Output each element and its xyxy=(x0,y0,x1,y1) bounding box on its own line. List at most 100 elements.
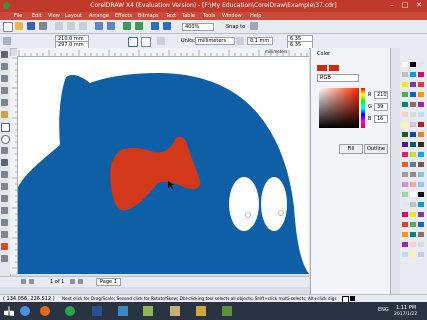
right-pupil-shape[interactable] xyxy=(278,210,284,216)
palette-swatch[interactable] xyxy=(418,132,424,137)
page-tab[interactable]: Page 1 xyxy=(96,278,121,286)
palette-swatch[interactable] xyxy=(402,62,408,67)
palette-swatch[interactable] xyxy=(402,112,408,117)
windows-start-icon[interactable] xyxy=(4,306,14,316)
palette-swatch[interactable] xyxy=(418,222,424,227)
ie-browser-icon[interactable] xyxy=(20,306,30,316)
menu-help[interactable]: Help xyxy=(250,13,261,19)
snap-to-button[interactable]: Snap to xyxy=(226,24,245,30)
palette-swatch[interactable] xyxy=(410,82,416,87)
right-eye-shape[interactable] xyxy=(261,177,287,231)
menu-edit[interactable]: Edit xyxy=(32,13,42,19)
palette-swatch[interactable] xyxy=(402,152,408,157)
palette-swatch[interactable] xyxy=(410,252,416,257)
menu-arrange[interactable]: Arrange xyxy=(89,13,109,19)
palette-swatch[interactable] xyxy=(402,72,408,77)
minimize-button[interactable]: – xyxy=(386,1,398,10)
clock-date[interactable]: 2017/1/22 xyxy=(394,312,417,317)
color-model-select[interactable]: RGB xyxy=(317,74,359,82)
menu-tools[interactable]: Tools xyxy=(203,13,215,19)
nudge-distance-field[interactable]: 0.1 mm xyxy=(247,37,273,45)
menu-window[interactable]: Window xyxy=(222,13,242,19)
palette-swatch[interactable] xyxy=(402,122,408,127)
smart-fill-icon[interactable] xyxy=(1,111,8,118)
left-pupil-shape[interactable] xyxy=(245,212,251,218)
palette-swatch[interactable] xyxy=(418,192,424,197)
drawing-canvas[interactable] xyxy=(18,57,309,274)
print-icon[interactable] xyxy=(39,22,47,30)
palette-swatch[interactable] xyxy=(418,112,424,117)
redo-icon[interactable] xyxy=(107,22,115,30)
freehand-tool-icon[interactable] xyxy=(1,99,8,106)
vertical-ruler[interactable] xyxy=(10,56,18,274)
open-folder-icon[interactable] xyxy=(15,22,23,30)
connector-tool-icon[interactable] xyxy=(1,195,8,202)
palette-swatch[interactable] xyxy=(402,132,408,137)
close-button[interactable]: ✕ xyxy=(413,1,425,10)
polygon-tool-icon[interactable] xyxy=(1,147,8,154)
zoom-tool-icon[interactable] xyxy=(1,87,8,94)
palette-swatch[interactable] xyxy=(402,212,408,217)
palette-swatch[interactable] xyxy=(418,92,424,97)
previous-page-icon[interactable] xyxy=(29,279,34,284)
palette-swatch[interactable] xyxy=(402,82,408,87)
save-icon[interactable] xyxy=(27,22,35,30)
paste-icon[interactable] xyxy=(79,22,87,30)
firefox-icon[interactable] xyxy=(40,306,50,316)
zoom-level-select[interactable]: 400% xyxy=(182,23,214,31)
palette-swatch[interactable] xyxy=(402,222,408,227)
horizontal-ruler[interactable]: millimeters xyxy=(17,48,309,57)
palette-swatch[interactable] xyxy=(402,242,408,247)
r-value-field[interactable]: 210 xyxy=(374,91,388,99)
last-page-icon[interactable] xyxy=(78,279,83,284)
palette-swatch[interactable] xyxy=(410,242,416,247)
new-document-icon[interactable] xyxy=(3,22,13,32)
palette-swatch[interactable] xyxy=(418,62,424,67)
menu-file[interactable]: File xyxy=(14,13,22,19)
portrait-icon[interactable] xyxy=(128,37,138,47)
palette-swatch[interactable] xyxy=(410,172,416,177)
menu-view[interactable]: View xyxy=(48,13,60,19)
left-eye-shape[interactable] xyxy=(229,177,259,231)
copy-icon[interactable] xyxy=(67,22,75,30)
palette-swatch[interactable] xyxy=(418,212,424,217)
palette-swatch[interactable] xyxy=(402,252,408,257)
menu-text[interactable]: Text xyxy=(166,13,176,19)
shape-tool-icon[interactable] xyxy=(1,63,8,70)
palette-swatch[interactable] xyxy=(418,172,424,177)
menu-table[interactable]: Table xyxy=(182,13,195,19)
dimension-tool-icon[interactable] xyxy=(1,183,8,190)
export-icon[interactable] xyxy=(135,22,143,30)
palette-swatch[interactable] xyxy=(410,152,416,157)
hue-slider[interactable] xyxy=(361,88,365,128)
palette-swatch[interactable] xyxy=(402,202,408,207)
language-indicator[interactable]: ENG xyxy=(378,307,389,313)
outline-button[interactable]: Outline xyxy=(364,144,388,154)
palette-swatch[interactable] xyxy=(418,252,424,257)
palette-swatch[interactable] xyxy=(410,212,416,217)
palette-swatch[interactable] xyxy=(402,232,408,237)
import-icon[interactable] xyxy=(123,22,131,30)
b-value-field[interactable]: 16 xyxy=(374,115,388,123)
palette-swatch[interactable] xyxy=(410,62,416,67)
fill-tool-icon[interactable] xyxy=(1,243,8,250)
palette-swatch[interactable] xyxy=(410,192,416,197)
palette-swatch[interactable] xyxy=(418,182,424,187)
outline-indicator[interactable] xyxy=(350,296,355,301)
palette-swatch[interactable] xyxy=(410,162,416,167)
palette-swatch[interactable] xyxy=(418,152,424,157)
landscape-icon[interactable] xyxy=(141,37,151,47)
undo-icon[interactable] xyxy=(95,22,103,30)
palette-swatch[interactable] xyxy=(410,182,416,187)
palette-swatch[interactable] xyxy=(402,92,408,97)
palette-swatch[interactable] xyxy=(410,122,416,127)
palette-swatch[interactable] xyxy=(418,142,424,147)
eyedropper-icon[interactable] xyxy=(1,219,8,226)
options-icon[interactable] xyxy=(250,22,258,30)
chrome-icon[interactable] xyxy=(65,306,75,316)
explorer-icon[interactable] xyxy=(118,306,128,316)
palette-swatch[interactable] xyxy=(402,102,408,107)
menu-bitmaps[interactable]: Bitmaps xyxy=(138,13,159,19)
palette-swatch[interactable] xyxy=(410,142,416,147)
palette-swatch[interactable] xyxy=(418,102,424,107)
